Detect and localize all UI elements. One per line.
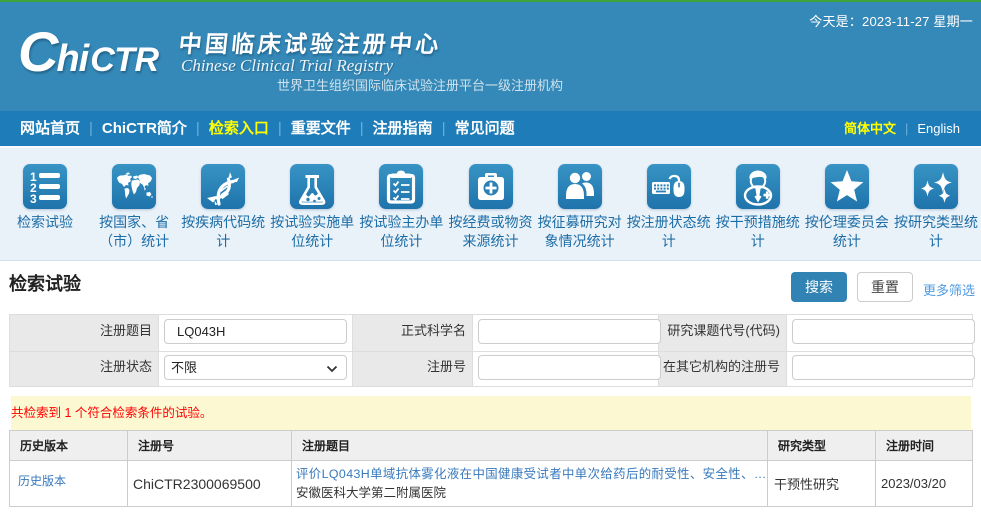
svg-text:3: 3	[30, 192, 37, 206]
